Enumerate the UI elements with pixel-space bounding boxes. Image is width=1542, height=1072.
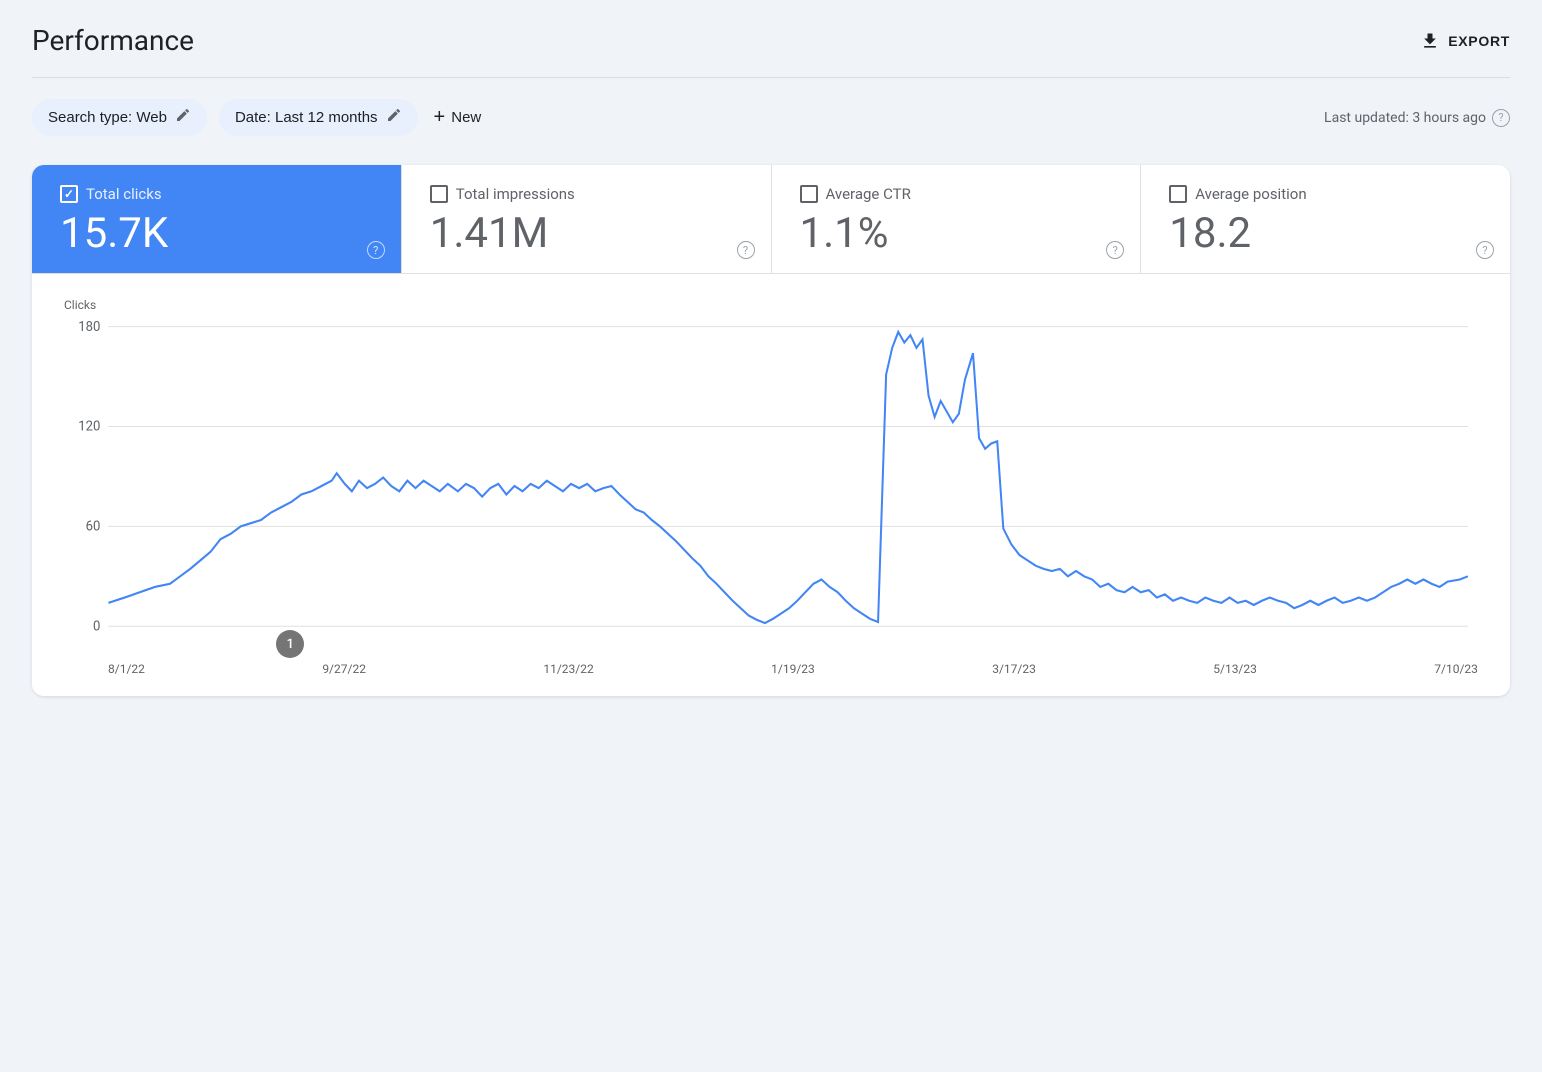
metric-total-clicks[interactable]: ✓ Total clicks 15.7K ?	[32, 165, 402, 273]
metric-total-impressions[interactable]: Total impressions 1.41M ?	[402, 165, 772, 273]
pencil-icon-date	[386, 107, 402, 128]
new-button[interactable]: + New	[430, 98, 486, 137]
filter-bar: Search type: Web Date: Last 12 months + …	[32, 98, 1510, 137]
x-label-5: 5/13/23	[1213, 662, 1257, 676]
svg-text:0: 0	[93, 619, 100, 634]
x-label-2: 11/23/22	[543, 662, 593, 676]
new-label: New	[451, 109, 481, 126]
metric-label-row-clicks: ✓ Total clicks	[60, 185, 373, 203]
metric-checkbox-impressions	[430, 185, 448, 203]
search-type-filter[interactable]: Search type: Web	[32, 99, 207, 136]
search-type-label: Search type: Web	[48, 109, 167, 126]
metric-help-clicks: ?	[367, 239, 385, 260]
page-header: Performance EXPORT	[32, 24, 1510, 57]
export-button[interactable]: EXPORT	[1420, 31, 1510, 51]
checkmark-icon: ✓	[64, 187, 74, 201]
svg-text:120: 120	[78, 420, 100, 435]
x-label-1: 9/27/22	[322, 662, 366, 676]
metric-average-position[interactable]: Average position 18.2 ?	[1141, 165, 1510, 273]
metric-checkbox-ctr	[800, 185, 818, 203]
clicks-help-icon[interactable]: ?	[367, 241, 385, 259]
ctr-help-icon[interactable]: ?	[1106, 241, 1124, 259]
metrics-row: ✓ Total clicks 15.7K ? Total impressions…	[32, 165, 1510, 274]
plus-icon: +	[434, 106, 446, 129]
metric-average-ctr[interactable]: Average CTR 1.1% ?	[772, 165, 1142, 273]
chart-area: Clicks 180 120 60 0	[32, 274, 1510, 696]
page-container: Performance EXPORT Search type: Web Date…	[0, 0, 1542, 720]
metric-label-row-impressions: Total impressions	[430, 185, 743, 203]
x-label-0: 8/1/22	[108, 662, 145, 676]
date-label: Date: Last 12 months	[235, 109, 378, 126]
metric-help-ctr: ?	[1106, 239, 1124, 260]
chart-svg: 180 120 60 0	[64, 316, 1478, 656]
impressions-help-icon[interactable]: ?	[737, 241, 755, 259]
x-label-6: 7/10/23	[1434, 662, 1478, 676]
header-divider	[32, 77, 1510, 78]
date-filter[interactable]: Date: Last 12 months	[219, 99, 418, 136]
metric-label-row-ctr: Average CTR	[800, 185, 1113, 203]
export-label: EXPORT	[1448, 33, 1510, 49]
metric-label-position: Average position	[1195, 185, 1306, 203]
x-label-4: 3/17/23	[992, 662, 1036, 676]
last-updated-text: Last updated: 3 hours ago	[1324, 110, 1486, 126]
pencil-icon	[175, 107, 191, 128]
svg-text:180: 180	[78, 320, 100, 335]
metric-value-clicks: 15.7K	[60, 211, 373, 257]
metric-label-ctr: Average CTR	[826, 185, 911, 203]
metric-label-row-position: Average position	[1169, 185, 1482, 203]
metric-value-ctr: 1.1%	[800, 211, 1113, 257]
x-axis-labels: 8/1/22 9/27/22 11/23/22 1/19/23 3/17/23 …	[64, 656, 1478, 676]
metric-help-position: ?	[1476, 239, 1494, 260]
last-updated-help-icon[interactable]: ?	[1492, 109, 1510, 127]
metric-label-clicks: Total clicks	[86, 185, 162, 203]
metric-checkbox-clicks: ✓	[60, 185, 78, 203]
chart-wrapper: 180 120 60 0 1	[64, 316, 1478, 656]
last-updated: Last updated: 3 hours ago ?	[1324, 109, 1510, 127]
metric-value-position: 18.2	[1169, 211, 1482, 257]
page-title: Performance	[32, 24, 194, 57]
metric-value-impressions: 1.41M	[430, 211, 743, 257]
x-label-3: 1/19/23	[771, 662, 815, 676]
clicks-line	[108, 332, 1467, 623]
metric-help-impressions: ?	[737, 239, 755, 260]
metrics-card: ✓ Total clicks 15.7K ? Total impressions…	[32, 165, 1510, 696]
metric-checkbox-position	[1169, 185, 1187, 203]
svg-text:60: 60	[86, 520, 101, 535]
metric-label-impressions: Total impressions	[456, 185, 575, 203]
chart-y-label: Clicks	[64, 298, 1478, 312]
download-icon	[1420, 31, 1440, 51]
position-help-icon[interactable]: ?	[1476, 241, 1494, 259]
